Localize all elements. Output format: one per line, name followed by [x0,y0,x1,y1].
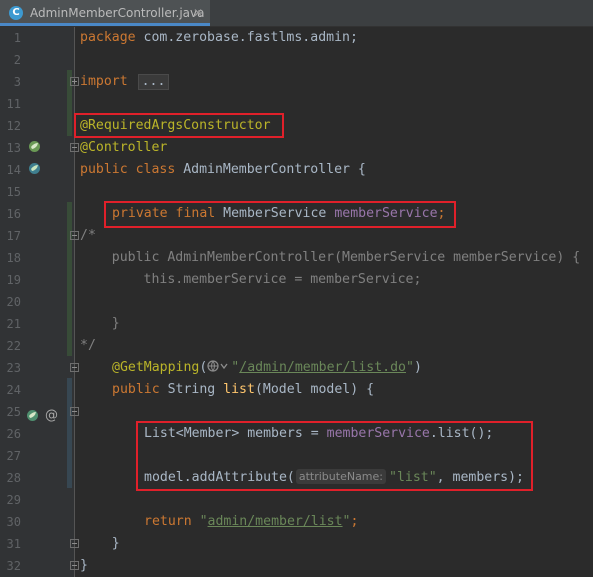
fold-collapse-icon[interactable] [70,231,79,240]
line-number: 27 [6,449,21,463]
fold-collapse-icon[interactable] [70,143,79,152]
template-path-link[interactable]: admin/member/list [208,514,343,529]
highlight-box [74,113,284,138]
line-number: 24 [6,383,21,397]
code-line: */ [80,338,96,353]
line-number: 18 [6,251,21,265]
line-number: 13 [6,141,21,155]
code-line: @Controller [80,140,168,155]
line-number: 14 [6,163,21,177]
line-number: 26 [6,427,21,441]
code-line: import ... [80,71,170,93]
code-line: } [80,558,88,573]
line-number: 22 [6,339,21,353]
code-line: package com.zerobase.fastlms.admin; [80,30,358,45]
mapping-url-link[interactable]: /admin/member/list.do [239,360,406,375]
line-number: 1 [13,31,21,45]
line-number: 30 [6,515,21,529]
line-number: 32 [6,559,21,573]
line-number: 2 [13,53,21,67]
fold-collapse-icon[interactable] [70,539,79,548]
tab-title: AdminMemberController.java [30,6,205,20]
code-line: /* [80,228,96,243]
spring-bean-icon[interactable] [28,140,41,153]
code-line: public AdminMemberController(MemberServi… [80,250,581,265]
fold-expand-icon[interactable] [70,77,79,86]
fold-collapse-icon[interactable] [70,363,79,372]
tab-admin-member-controller[interactable]: C AdminMemberController.java ✕ [0,0,210,26]
request-mapping-icon[interactable] [26,409,39,422]
line-number: 19 [6,273,21,287]
line-number: 16 [6,207,21,221]
editor-gutter: 1 2 3 11 12 13 14 15 16 17 18 19 20 21 2… [0,27,79,577]
code-line: this.memberService = memberService; [80,272,422,287]
line-number: 17 [6,229,21,243]
java-class-icon: C [9,6,23,20]
line-number: 15 [6,185,21,199]
line-number: 3 [13,75,21,89]
vcs-change-marker[interactable] [67,378,72,488]
close-icon[interactable]: ✕ [193,5,203,21]
override-at-icon[interactable]: @ [45,405,58,427]
editor-tab-bar: C AdminMemberController.java ✕ [0,0,593,27]
folded-imports[interactable]: ... [137,74,170,90]
code-line: public String list(Model model) { [112,382,375,397]
line-number: 28 [6,471,21,485]
fold-collapse-icon[interactable] [70,407,79,416]
code-line: return "admin/member/list"; [144,514,359,529]
code-line: public class AdminMemberController { [80,162,366,177]
line-number: 29 [6,493,21,507]
line-number: 21 [6,317,21,331]
line-number: 31 [6,537,21,551]
fold-collapse-icon[interactable] [70,561,79,570]
code-line: @GetMapping("/admin/member/list.do") [112,360,422,375]
line-number: 20 [6,295,21,309]
vcs-change-marker[interactable] [67,92,72,136]
globe-icon[interactable] [207,360,229,372]
code-editor[interactable]: package com.zerobase.fastlms.admin; impo… [80,27,593,577]
spring-bean-icon[interactable] [28,162,41,175]
line-number: 12 [6,119,21,133]
code-line: } [80,316,120,331]
highlight-box [104,201,456,228]
line-number: 25 [6,405,21,419]
line-number: 11 [6,97,21,111]
line-number: 23 [6,361,21,375]
vcs-change-marker[interactable] [67,202,72,356]
highlight-box [136,421,533,491]
code-line: } [80,536,120,551]
